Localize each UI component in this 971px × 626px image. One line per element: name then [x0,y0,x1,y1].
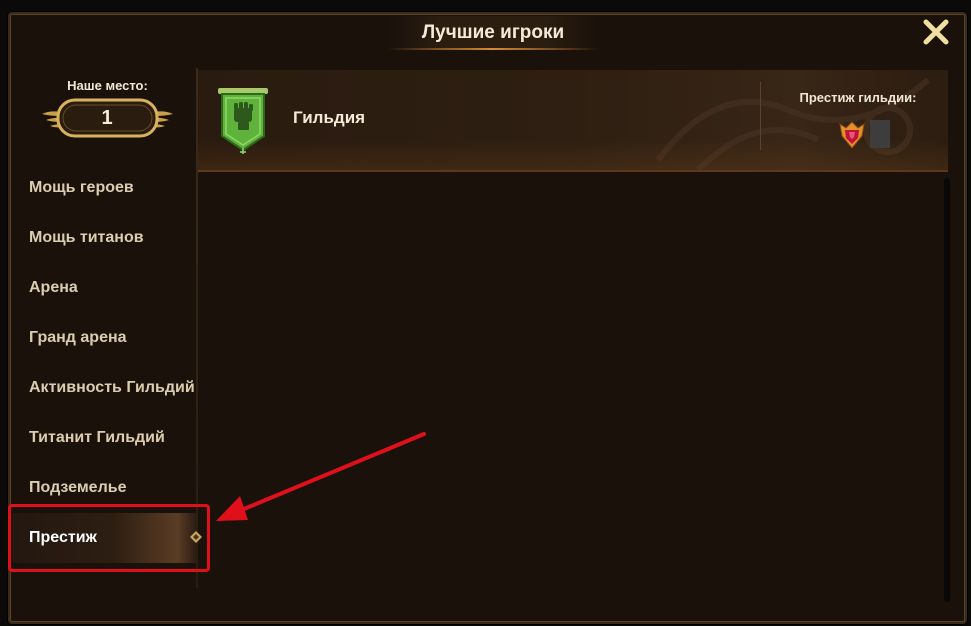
row-separator [760,82,761,150]
highlight-box [8,504,210,572]
guild-prestige-label: Престиж гильдии: [799,90,917,105]
red-arrow-icon [216,432,426,521]
sidebar-item-guild-activity[interactable]: Активность Гильдий [12,363,196,413]
fist-banner-icon [218,88,268,154]
sidebar-item-grand-arena[interactable]: Гранд арена [12,313,196,363]
guild-name: Гильдия [293,108,366,127]
guild-prestige-value [870,120,890,148]
our-place-value: 1 [101,107,113,129]
sidebar-item-hero-power[interactable]: Мощь героев [12,163,196,213]
prestige-crest-icon [839,121,865,149]
scrollbar[interactable] [944,178,950,602]
our-place-label: Наше место: [67,78,148,93]
sidebar-item-arena[interactable]: Арена [12,263,196,313]
close-button[interactable] [918,14,954,50]
ranking-row[interactable]: Гильдия Престиж гильдии: [198,70,948,172]
sidebar-item-titan-power[interactable]: Мощь титанов [12,213,196,263]
close-icon [923,19,949,45]
window-title: Лучшие игроки [388,16,598,50]
sidebar-item-guild-titanite[interactable]: Титанит Гильдий [12,413,196,463]
